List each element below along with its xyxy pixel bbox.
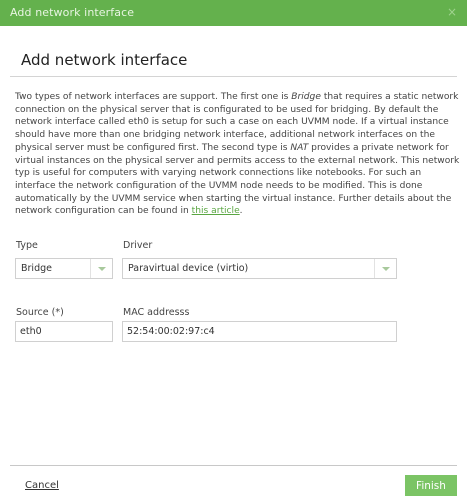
chevron-down-icon[interactable] (374, 259, 396, 278)
cancel-button[interactable]: Cancel (25, 480, 59, 491)
type-label: Type (16, 240, 38, 251)
driver-label: Driver (123, 240, 153, 251)
page-title: Add network interface (21, 51, 188, 69)
type-select-value: Bridge (21, 263, 52, 274)
close-icon[interactable]: × (447, 5, 457, 19)
heading-divider (10, 76, 457, 77)
article-link[interactable]: this article (192, 206, 240, 216)
chevron-down-icon[interactable] (90, 259, 112, 278)
driver-select-value: Paravirtual device (virtio) (128, 263, 249, 274)
mac-label: MAC addresss (123, 307, 190, 318)
finish-button[interactable]: Finish (405, 475, 457, 496)
type-select[interactable]: Bridge (15, 258, 113, 279)
mac-address-input[interactable] (122, 321, 397, 342)
footer-divider (10, 465, 457, 466)
description-text: Two types of network interfaces are supp… (15, 92, 460, 217)
bridge-term: Bridge (291, 92, 321, 102)
driver-select[interactable]: Paravirtual device (virtio) (122, 258, 397, 279)
nat-term: NAT (290, 142, 309, 153)
dialog-titlebar: Add network interface × (0, 0, 467, 26)
source-input[interactable] (15, 321, 113, 342)
source-label: Source (*) (16, 307, 64, 318)
dialog-window-title: Add network interface (10, 6, 135, 19)
